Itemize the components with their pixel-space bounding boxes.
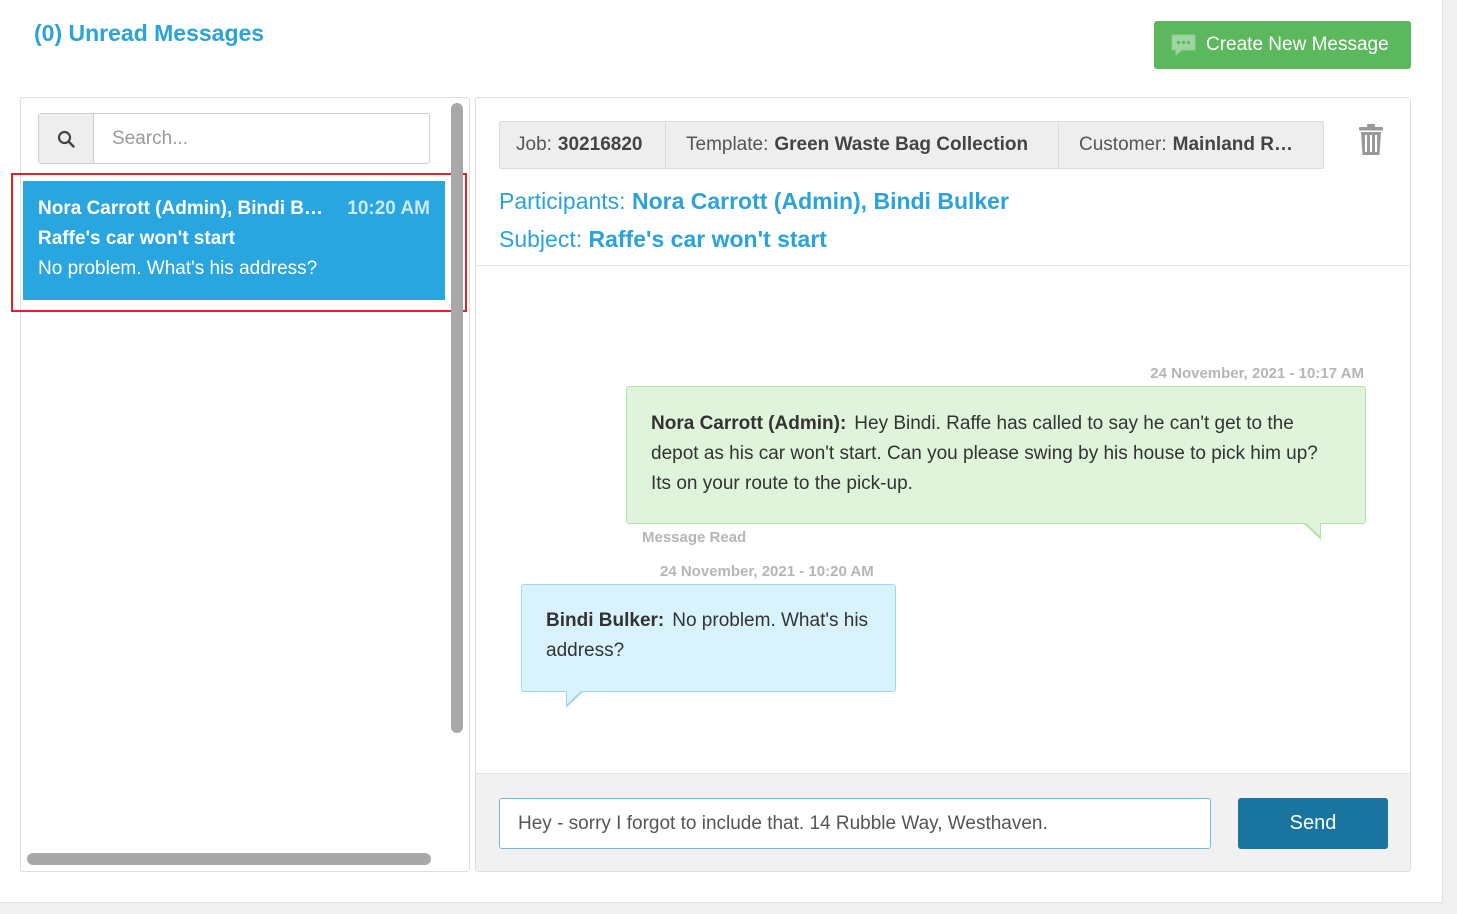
header-divider (476, 265, 1410, 266)
message-timestamp: 24 November, 2021 - 10:20 AM (660, 563, 874, 580)
conversation-item[interactable]: Nora Carrott (Admin), Bindi Bulker 10:20… (23, 181, 445, 300)
thread-subject: Subject: Raffe's car won't start (499, 226, 827, 253)
customer-value: Mainland Recycling (1172, 134, 1303, 155)
horizontal-scrollbar[interactable] (27, 853, 431, 865)
messages-page: (0) Unread Messages Create New Message S… (0, 0, 1443, 903)
sent-message-bubble: Nora Carrott (Admin): Hey Bindi. Raffe ha… (626, 386, 1366, 524)
template-info: Template: Green Waste Bag Collection (666, 122, 1059, 168)
search-button[interactable] (39, 114, 94, 163)
subject-value: Raffe's car won't start (588, 226, 827, 252)
conversation-list-panel: Nora Carrott (Admin), Bindi Bulker 10:20… (11, 97, 470, 872)
job-label: Job: (516, 134, 552, 155)
customer-label: Customer: (1079, 134, 1167, 155)
message-thread-panel: Job: 30216820 Template: Green Waste Bag … (475, 97, 1411, 872)
job-info: Job: 30216820 (500, 122, 666, 168)
message-sender: Bindi Bulker: (546, 610, 665, 631)
search-box (38, 113, 430, 164)
bubble-tail-fill (1305, 522, 1320, 536)
search-icon (57, 130, 75, 148)
search-input[interactable] (94, 114, 429, 163)
thread-participants: Participants: Nora Carrott (Admin), Bind… (499, 188, 1009, 215)
message-read-status: Message Read (642, 529, 747, 546)
unread-messages-title: (0) Unread Messages (34, 20, 265, 46)
conversation-subject: Raffe's car won't start (38, 228, 235, 249)
compose-area: Send (476, 773, 1410, 871)
thread-info-bar: Job: 30216820 Template: Green Waste Bag … (499, 121, 1324, 169)
message-sender: Nora Carrott (Admin): (651, 413, 847, 434)
customer-info: Customer: Mainland Recycling (1059, 122, 1323, 168)
chat-bubble-icon (1170, 33, 1197, 57)
trash-icon (1359, 124, 1383, 155)
participants-value: Nora Carrott (Admin), Bindi Bulker (631, 188, 1009, 214)
template-label: Template: (686, 134, 769, 155)
received-message-bubble: Bindi Bulker: No problem. What's his addr… (521, 584, 896, 692)
job-value: 30216820 (557, 134, 643, 155)
create-new-message-label: Create New Message (1206, 34, 1389, 55)
conversation-time: 10:20 AM (347, 198, 430, 219)
conversation-participants: Nora Carrott (Admin), Bindi Bulker (38, 198, 323, 219)
bubble-tail-fill (567, 690, 582, 704)
message-timestamp: 24 November, 2021 - 10:17 AM (1150, 365, 1364, 382)
send-button[interactable]: Send (1238, 798, 1388, 849)
vertical-scrollbar[interactable] (451, 103, 463, 733)
delete-thread-button[interactable] (1357, 123, 1385, 157)
message-input[interactable] (499, 798, 1211, 849)
create-new-message-button[interactable]: Create New Message (1154, 21, 1411, 69)
subject-label: Subject: (499, 226, 583, 252)
template-value: Green Waste Bag Collection (774, 134, 1029, 155)
conversation-preview: No problem. What's his address? (38, 258, 318, 279)
participants-label: Participants: (499, 188, 626, 214)
